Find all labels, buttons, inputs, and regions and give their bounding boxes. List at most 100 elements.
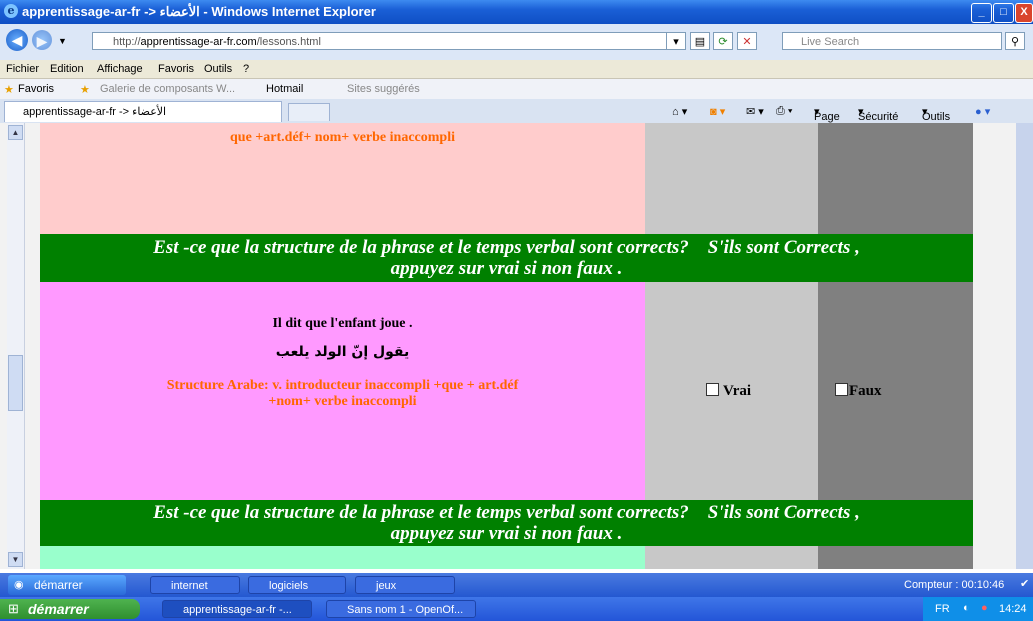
- vrai-option[interactable]: Vrai: [706, 383, 751, 400]
- history-dropdown-icon[interactable]: ▼: [58, 36, 67, 46]
- question-line-2: appuyez sur vrai si non faux .: [390, 258, 623, 279]
- refresh-icon[interactable]: ⟳: [713, 32, 733, 50]
- help-icon[interactable]: ● ▾: [975, 105, 990, 118]
- alert-icon[interactable]: ●: [981, 602, 988, 614]
- row2-faux-cell: Faux: [818, 282, 973, 500]
- start-label: démarrer: [28, 601, 89, 617]
- question2-line-1: Est -ce que la structure de la phrase et…: [153, 502, 860, 523]
- scroll-up-icon[interactable]: ▲: [8, 125, 23, 140]
- minimize-button[interactable]: _: [971, 3, 992, 23]
- clock[interactable]: 14:24: [999, 603, 1027, 615]
- question-line-1: Est -ce que la structure de la phrase et…: [153, 237, 860, 258]
- security-menu-label: Sécurité: [858, 111, 899, 123]
- add-favorite-icon[interactable]: ★: [80, 83, 90, 96]
- lower-taskbar: ⊞ démarrer apprentissage-ar-fr -... Sans…: [0, 597, 1033, 621]
- compat-view-icon[interactable]: ▤: [690, 32, 710, 50]
- print-icon[interactable]: ⎙ ▾: [776, 105, 792, 118]
- favorites-star-icon: ★: [4, 84, 14, 96]
- fav-gallery[interactable]: Galerie de composants W...: [100, 83, 235, 95]
- back-arrow-icon: ◀: [11, 32, 23, 48]
- page-right-margin: [1016, 123, 1033, 569]
- sentence-french: Il dit que l'enfant joue .: [272, 316, 413, 331]
- network-icon[interactable]: ◐: [963, 602, 970, 614]
- favorites-bar: ★ Favoris ★ Galerie de composants W... H…: [0, 79, 1033, 99]
- task-openoffice[interactable]: Sans nom 1 - OpenOf...: [326, 600, 476, 618]
- close-button[interactable]: X: [1015, 3, 1033, 23]
- row3-vrai-cell: [645, 546, 818, 569]
- maximize-button[interactable]: □: [993, 3, 1014, 23]
- mail-icon[interactable]: ✉ ▾: [746, 105, 764, 118]
- faux-option[interactable]: Faux: [835, 383, 882, 400]
- row2-vrai-cell: Vrai: [645, 282, 818, 500]
- upper-start-button[interactable]: ◉ démarrer: [8, 575, 126, 595]
- faux-label: Faux: [849, 383, 882, 399]
- favorites-button[interactable]: Favoris: [18, 83, 54, 95]
- search-icon[interactable]: ⚲: [1005, 32, 1025, 50]
- menu-bar: Fichier Edition Affichage Favoris Outils…: [0, 60, 1033, 79]
- menu-fichier[interactable]: Fichier: [6, 63, 39, 75]
- vrai-checkbox[interactable]: [706, 383, 719, 396]
- start-globe-icon: ◉: [14, 579, 24, 591]
- url-prefix: http://: [113, 36, 141, 48]
- row1-structure: que +art.déf+ nom+ verbe inaccompli: [230, 130, 455, 145]
- vrai-label: Vrai: [723, 383, 752, 399]
- row3-sentence-cell: [40, 546, 645, 569]
- task-internet-label: internet: [171, 580, 208, 592]
- home-icon[interactable]: ⌂ ▾: [672, 105, 687, 118]
- url-host: apprentissage-ar-fr.com: [140, 36, 257, 48]
- task-ie-window[interactable]: apprentissage-ar-fr -...: [162, 600, 312, 618]
- ie-icon: e: [4, 4, 18, 18]
- counter-check-icon: ✔: [1020, 578, 1030, 590]
- task-jeux[interactable]: jeux: [355, 576, 455, 594]
- vertical-scrollbar[interactable]: ▲ ▼: [7, 123, 25, 569]
- windows-logo-icon: ⊞: [8, 601, 19, 616]
- task-logiciels[interactable]: logiciels: [248, 576, 346, 594]
- lesson-row-1: que +art.déf+ nom+ verbe inaccompli: [40, 123, 973, 234]
- tab-label: apprentissage-ar-fr -> الأعضاء: [23, 106, 167, 118]
- page-content: ▲ ▼ que +art.déf+ nom+ verbe inaccompli …: [0, 123, 1033, 569]
- menu-affichage[interactable]: Affichage: [97, 63, 143, 75]
- structure-line-1: Structure Arabe: v. introducteur inaccom…: [166, 378, 519, 393]
- menu-outils[interactable]: Outils: [204, 63, 232, 75]
- page-menu[interactable]: Page ▾: [814, 105, 840, 123]
- forward-button[interactable]: ▶: [32, 30, 52, 50]
- question-banner-1: Est -ce que la structure de la phrase et…: [40, 234, 973, 282]
- address-bar: ◀ ▶ ▼ http://apprentissage-ar-fr.com/les…: [0, 24, 1033, 61]
- task-ie-label: apprentissage-ar-fr -...: [183, 604, 292, 616]
- stop-icon[interactable]: ✕: [737, 32, 757, 50]
- upper-taskbar: ◉ démarrer internet logiciels jeux Compt…: [0, 573, 1033, 597]
- search-input[interactable]: Live Search: [782, 32, 1002, 50]
- url-dropdown-icon[interactable]: ▾: [666, 32, 686, 50]
- tab-current[interactable]: apprentissage-ar-fr -> الأعضاء: [4, 101, 282, 122]
- system-tray: FR ◐ ● 14:24: [923, 597, 1033, 621]
- upper-start-label: démarrer: [34, 578, 83, 592]
- new-tab-button[interactable]: [288, 103, 330, 121]
- language-indicator[interactable]: FR: [935, 603, 950, 615]
- fav-suggested-sites[interactable]: Sites suggérés: [347, 83, 420, 95]
- lesson-row-2: Il dit que l'enfant joue . يقول إنّ الول…: [40, 282, 973, 500]
- scroll-down-icon[interactable]: ▼: [8, 552, 23, 567]
- url-field[interactable]: http://apprentissage-ar-fr.com/lessons.h…: [92, 32, 682, 50]
- back-button[interactable]: ◀: [6, 29, 28, 51]
- tools-menu[interactable]: Outils ▾: [922, 105, 950, 123]
- row1-sentence-cell: que +art.déf+ nom+ verbe inaccompli: [40, 123, 645, 234]
- feeds-icon[interactable]: ◙ ▾: [710, 105, 725, 118]
- window-title: apprentissage-ar-fr -> الأعضاء - Windows…: [22, 4, 376, 19]
- menu-help[interactable]: ?: [243, 63, 249, 75]
- menu-favoris[interactable]: Favoris: [158, 63, 194, 75]
- fav-hotmail[interactable]: Hotmail: [266, 83, 303, 95]
- menu-edition[interactable]: Edition: [50, 63, 84, 75]
- task-logiciels-label: logiciels: [269, 580, 309, 592]
- page-menu-label: Page: [814, 111, 840, 123]
- counter-text: Compteur : 00:10:46: [904, 579, 1005, 591]
- scroll-thumb[interactable]: [8, 355, 23, 411]
- start-button[interactable]: ⊞ démarrer: [0, 599, 140, 619]
- question-banner-2: Est -ce que la structure de la phrase et…: [40, 500, 973, 546]
- row1-vrai-cell: [645, 123, 818, 234]
- faux-checkbox[interactable]: [835, 383, 848, 396]
- tab-bar: apprentissage-ar-fr -> الأعضاء ⌂ ▾ ◙ ▾ ✉…: [0, 99, 1033, 124]
- url-path: /lessons.html: [256, 36, 321, 48]
- row3-faux-cell: [818, 546, 973, 569]
- task-internet[interactable]: internet: [150, 576, 240, 594]
- security-menu[interactable]: Sécurité ▾: [858, 105, 898, 123]
